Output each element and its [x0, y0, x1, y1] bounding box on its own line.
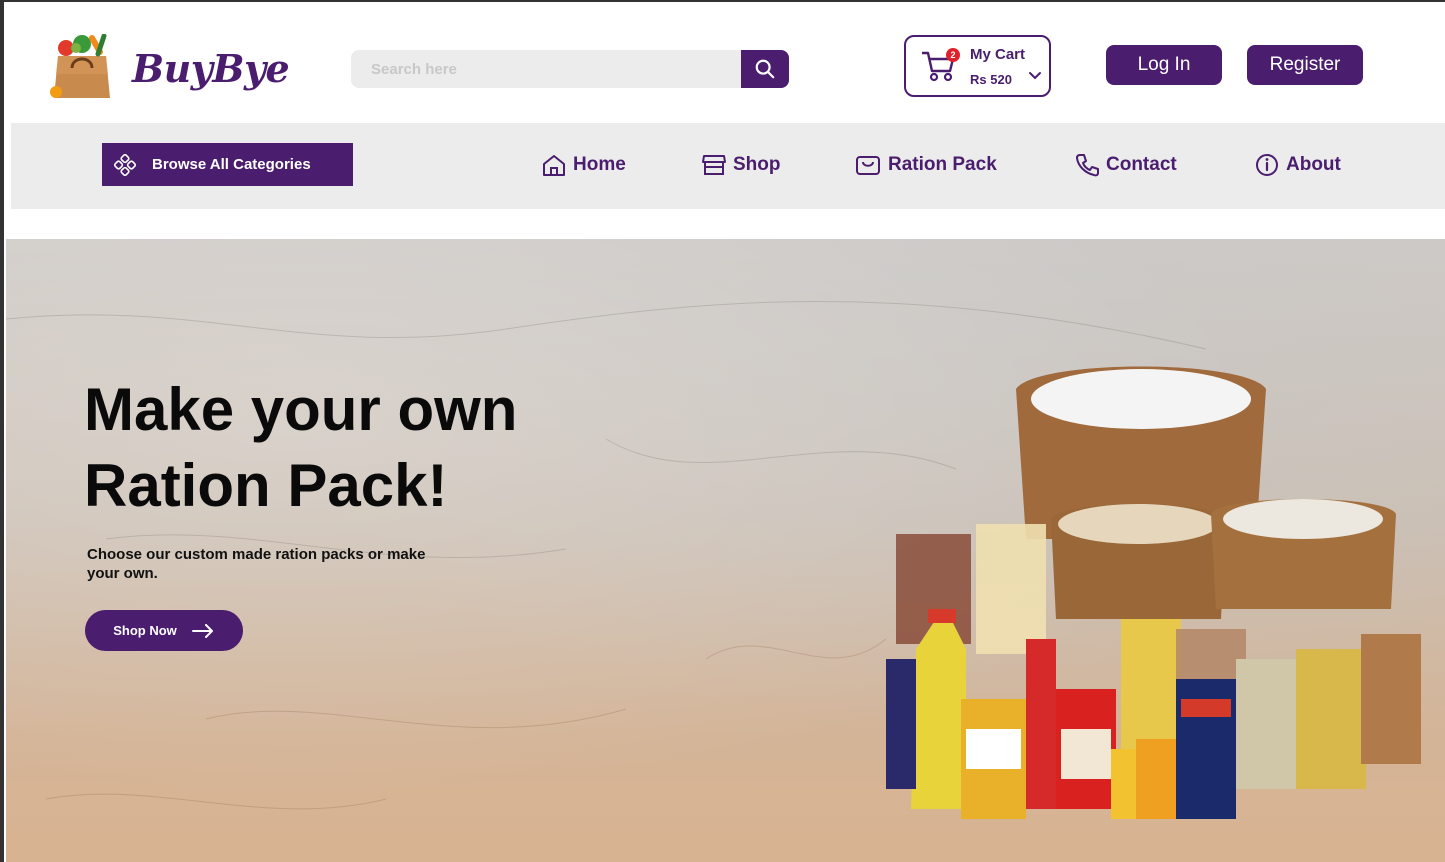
hero-title-line2: Ration Pack! — [84, 452, 448, 519]
brand-logo[interactable] — [46, 33, 118, 102]
nav-label-home: Home — [573, 154, 626, 175]
register-button[interactable]: Register — [1247, 45, 1363, 85]
search-button[interactable] — [741, 50, 789, 88]
search-input[interactable] — [351, 50, 741, 88]
arrow-right-icon — [191, 623, 213, 638]
categories-icon — [114, 153, 136, 176]
nav-item-about[interactable]: About — [1254, 153, 1341, 177]
nav-item-ration-pack[interactable]: Ration Pack — [854, 153, 997, 177]
nav-item-home[interactable]: Home — [541, 153, 626, 177]
shop-now-button[interactable]: Shop Now — [85, 610, 243, 651]
app-frame: BuyBye 2 My Cart Rs 520 Log In — [0, 0, 1445, 862]
hero-subtitle: Choose our custom made ration packs or m… — [87, 546, 426, 582]
cart-count-badge: 2 — [946, 48, 960, 62]
brand-name[interactable]: BuyBye — [132, 46, 290, 91]
nav-item-shop[interactable]: Shop — [701, 153, 781, 177]
bag-icon — [856, 156, 880, 175]
nav-label-contact: Contact — [1106, 154, 1177, 175]
main-nav: Browse All Categories Home Shop Ration P… — [11, 123, 1445, 209]
nav-item-contact[interactable]: Contact — [1074, 153, 1177, 177]
browse-label: Browse All Categories — [152, 156, 311, 173]
phone-icon — [1076, 154, 1099, 177]
chevron-down-icon — [1029, 72, 1041, 80]
hero-title: Make your own Ration Pack! — [84, 372, 644, 524]
shop-now-label: Shop Now — [113, 623, 177, 638]
hero-banner: Make your own Ration Pack! Choose our cu… — [6, 239, 1445, 862]
hero-title-line1: Make your own — [84, 376, 518, 443]
home-icon — [543, 155, 565, 176]
login-button[interactable]: Log In — [1106, 45, 1222, 85]
info-icon — [1256, 154, 1278, 176]
shopping-bag-logo-icon — [50, 33, 110, 98]
search-bar — [351, 50, 789, 88]
cart-button[interactable]: 2 My Cart Rs 520 — [904, 35, 1051, 97]
header: BuyBye 2 My Cart Rs 520 Log In — [4, 2, 1445, 123]
store-icon — [702, 155, 726, 175]
nav-label-about: About — [1286, 154, 1341, 175]
browse-categories-button[interactable]: Browse All Categories — [102, 143, 353, 186]
cart-title: My Cart — [970, 46, 1026, 63]
search-icon — [755, 59, 775, 79]
cart-total: Rs 520 — [970, 72, 1012, 87]
grocery-products-image — [886, 366, 1421, 819]
nav-label-shop: Shop — [733, 154, 781, 175]
nav-label-ration-pack: Ration Pack — [888, 154, 997, 175]
